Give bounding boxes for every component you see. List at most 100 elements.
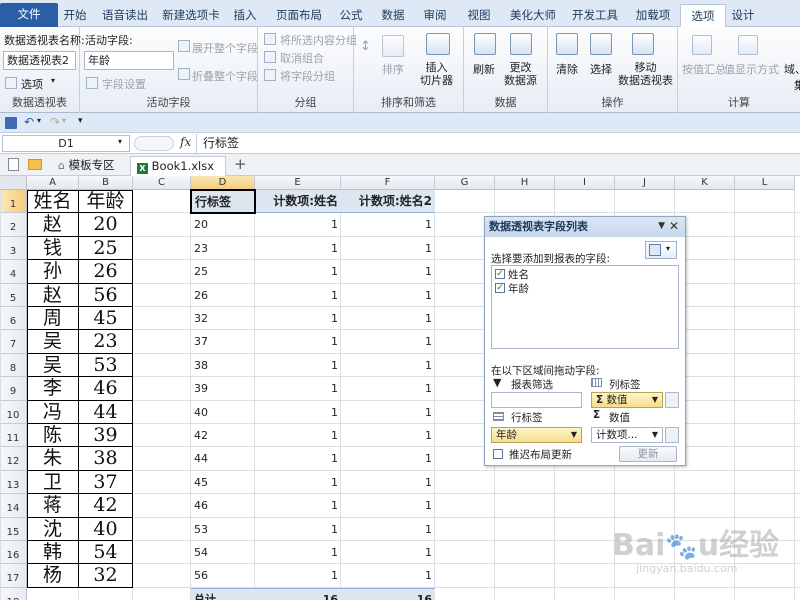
field-label-age[interactable]: 年龄 bbox=[508, 281, 529, 296]
ribbon-tab-3[interactable]: 新建选项卡 bbox=[158, 4, 224, 27]
pivot-value[interactable]: 1 bbox=[341, 284, 435, 307]
column-header-H[interactable]: H bbox=[495, 176, 555, 190]
row-header-16[interactable]: 16 bbox=[0, 541, 27, 565]
select-button[interactable]: 选择 bbox=[590, 61, 612, 77]
row-header-4[interactable]: 4 bbox=[0, 260, 27, 284]
pivot-row-label[interactable]: 40 bbox=[191, 401, 255, 424]
row-header-13[interactable]: 13 bbox=[0, 470, 27, 495]
select-all-corner[interactable] bbox=[0, 176, 27, 190]
pivot-value[interactable]: 1 bbox=[255, 354, 341, 377]
source-cell[interactable]: 钱 bbox=[27, 236, 79, 261]
pivot-value[interactable]: 1 bbox=[341, 494, 435, 517]
pivot-value[interactable]: 1 bbox=[255, 377, 341, 400]
pivot-row-label[interactable]: 45 bbox=[191, 471, 255, 494]
change-source-button[interactable]: 更改 数据源 bbox=[504, 61, 537, 87]
source-cell[interactable]: 40 bbox=[79, 517, 133, 541]
name-box-dropdown-icon[interactable]: ▾ bbox=[118, 137, 122, 146]
value-item-count[interactable]: 计数项... ▼ bbox=[591, 427, 663, 443]
layout-options-button[interactable]: ▾ bbox=[645, 241, 677, 259]
panel-close-icon[interactable]: ✕ bbox=[669, 219, 679, 233]
source-cell[interactable]: 45 bbox=[79, 307, 133, 331]
move-pivottable-button[interactable]: 移动 数据透视表 bbox=[618, 61, 673, 87]
field-checkbox-age[interactable]: ✓ bbox=[495, 283, 505, 293]
pivot-grand-total[interactable]: 16 bbox=[341, 588, 435, 600]
pivot-row-label[interactable]: 54 bbox=[191, 541, 255, 564]
source-cell[interactable]: 39 bbox=[79, 424, 133, 448]
options-dropdown-icon[interactable]: ▾ bbox=[51, 76, 55, 85]
ribbon-tab-5[interactable]: 页面布局 bbox=[270, 4, 328, 27]
tab-template[interactable]: ⌂ 模板专区 bbox=[52, 156, 121, 176]
sort-az-icon[interactable]: ↕ bbox=[360, 39, 371, 54]
fields-items-button[interactable]: 域、 bbox=[784, 61, 800, 77]
expand-field-button[interactable]: 展开整个字段 bbox=[192, 40, 258, 56]
row-header-8[interactable]: 8 bbox=[0, 353, 27, 378]
source-cell[interactable]: 37 bbox=[79, 470, 133, 495]
summarize-by-button[interactable]: 按值汇总 bbox=[682, 61, 726, 77]
clear-button[interactable]: 清除 bbox=[556, 61, 578, 77]
row-header-14[interactable]: 14 bbox=[0, 494, 27, 518]
row-header-7[interactable]: 7 bbox=[0, 330, 27, 354]
row-header-11[interactable]: 11 bbox=[0, 424, 27, 448]
pivot-row-label[interactable]: 32 bbox=[191, 307, 255, 330]
source-cell[interactable]: 韩 bbox=[27, 541, 79, 565]
source-cell[interactable]: 44 bbox=[79, 400, 133, 424]
pivot-value[interactable]: 1 bbox=[341, 260, 435, 283]
pivot-row-label[interactable]: 25 bbox=[191, 260, 255, 283]
field-settings-button[interactable]: 字段设置 bbox=[102, 76, 146, 92]
column-item-values[interactable]: Σ 数值 ▼ bbox=[591, 392, 663, 408]
formula-expand-handle[interactable] bbox=[134, 136, 174, 151]
sets-button[interactable]: 集 bbox=[794, 77, 800, 93]
insert-slicer-button[interactable]: 插入 切片器 bbox=[420, 61, 453, 87]
ribbon-tab-1[interactable]: 开始 bbox=[58, 4, 92, 27]
pivot-value[interactable]: 1 bbox=[255, 494, 341, 517]
group-selection-button[interactable]: 将所选内容分组 bbox=[280, 32, 357, 48]
pivot-row-label[interactable]: 46 bbox=[191, 494, 255, 517]
source-cell[interactable]: 46 bbox=[79, 377, 133, 401]
defer-update-checkbox[interactable] bbox=[493, 449, 503, 459]
name-box[interactable]: D1 bbox=[2, 135, 130, 152]
scroll-values-area[interactable] bbox=[665, 427, 679, 443]
pivot-value[interactable]: 1 bbox=[341, 237, 435, 260]
pivot-value[interactable]: 1 bbox=[341, 471, 435, 494]
source-cell[interactable]: 周 bbox=[27, 307, 79, 331]
source-cell[interactable]: 陈 bbox=[27, 424, 79, 448]
field-checkbox-name[interactable]: ✓ bbox=[495, 269, 505, 279]
pivot-row-label[interactable]: 39 bbox=[191, 377, 255, 400]
ribbon-tab-2[interactable]: 语音读出 bbox=[96, 4, 154, 27]
row-header-1[interactable]: 1 bbox=[0, 190, 27, 214]
pivot-value[interactable]: 1 bbox=[255, 564, 341, 587]
source-cell[interactable]: 沈 bbox=[27, 517, 79, 541]
pivot-value[interactable]: 1 bbox=[255, 401, 341, 424]
insert-function-icon[interactable]: fx bbox=[180, 135, 191, 149]
customize-qat-icon[interactable]: ▾ bbox=[78, 116, 83, 126]
pivot-value[interactable]: 1 bbox=[255, 541, 341, 564]
group-field-button[interactable]: 将字段分组 bbox=[280, 68, 335, 84]
column-header-A[interactable]: A bbox=[27, 176, 79, 190]
pivot-value[interactable]: 1 bbox=[255, 237, 341, 260]
row-header-5[interactable]: 5 bbox=[0, 283, 27, 307]
panel-menu-icon[interactable]: ▼ bbox=[658, 221, 665, 231]
row-header-3[interactable]: 3 bbox=[0, 236, 27, 261]
pivot-value[interactable]: 1 bbox=[341, 401, 435, 424]
pivot-row-label[interactable]: 37 bbox=[191, 330, 255, 353]
source-cell[interactable]: 吴 bbox=[27, 330, 79, 354]
pivot-row-label[interactable]: 56 bbox=[191, 564, 255, 587]
report-filter-area[interactable] bbox=[491, 392, 582, 408]
source-cell[interactable]: 杨 bbox=[27, 564, 79, 588]
pivot-value[interactable]: 1 bbox=[341, 447, 435, 470]
pivot-value[interactable]: 1 bbox=[341, 377, 435, 400]
source-cell[interactable]: 冯 bbox=[27, 400, 79, 424]
source-cell[interactable]: 56 bbox=[79, 283, 133, 307]
ribbon-tab-9[interactable]: 视图 bbox=[462, 4, 496, 27]
column-header-E[interactable]: E bbox=[255, 176, 341, 190]
source-cell[interactable]: 42 bbox=[79, 494, 133, 518]
source-cell[interactable]: 38 bbox=[79, 447, 133, 471]
pivot-row-label[interactable]: 42 bbox=[191, 424, 255, 447]
source-cell[interactable]: 李 bbox=[27, 377, 79, 401]
pivot-grand-total[interactable]: 16 bbox=[255, 588, 341, 600]
source-header[interactable]: 年龄 bbox=[79, 190, 133, 214]
source-cell[interactable]: 23 bbox=[79, 330, 133, 354]
ribbon-tab-8[interactable]: 审阅 bbox=[418, 4, 452, 27]
new-doc-icon[interactable] bbox=[8, 158, 19, 171]
source-cell[interactable]: 孙 bbox=[27, 260, 79, 284]
